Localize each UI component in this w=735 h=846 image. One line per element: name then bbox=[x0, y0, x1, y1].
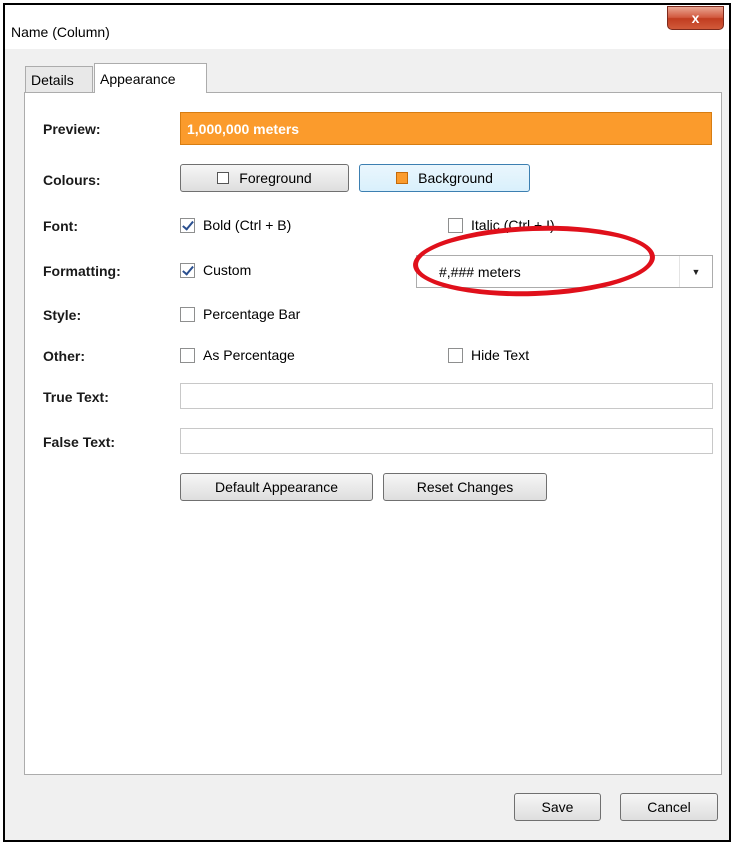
hide-text-label: Hide Text bbox=[471, 347, 530, 363]
reset-changes-label: Reset Changes bbox=[416, 479, 514, 495]
format-value: #,### meters bbox=[439, 264, 521, 280]
title-bar: Name (Column) x bbox=[5, 5, 729, 49]
checkbox-unchecked-icon bbox=[448, 347, 463, 363]
false-text-input[interactable] bbox=[180, 428, 713, 454]
tab-appearance[interactable]: Appearance bbox=[94, 63, 207, 93]
close-button[interactable]: x bbox=[667, 6, 724, 30]
cancel-button-label: Cancel bbox=[647, 799, 691, 815]
default-appearance-label: Default Appearance bbox=[215, 479, 338, 495]
checkbox-checked-icon bbox=[180, 262, 195, 278]
format-combobox[interactable]: #,### meters ▼ bbox=[416, 255, 713, 288]
percentage-bar-label: Percentage Bar bbox=[203, 306, 301, 322]
percentage-bar-checkbox[interactable]: Percentage Bar bbox=[180, 306, 300, 322]
window-title: Name (Column) bbox=[11, 24, 110, 40]
font-label: Font: bbox=[43, 218, 78, 234]
foreground-swatch-icon bbox=[217, 172, 230, 184]
background-swatch-icon bbox=[396, 172, 409, 184]
true-text-input[interactable] bbox=[180, 383, 713, 409]
background-button-label: Background bbox=[418, 170, 493, 186]
save-button-label: Save bbox=[541, 799, 574, 815]
default-appearance-button[interactable]: Default Appearance bbox=[180, 473, 373, 501]
false-text-label: False Text: bbox=[43, 434, 116, 450]
checkbox-unchecked-icon bbox=[448, 217, 463, 233]
appearance-panel: Preview: 1,000,000 meters Colours: Foreg… bbox=[24, 92, 722, 775]
colours-label: Colours: bbox=[43, 172, 101, 188]
other-label: Other: bbox=[43, 348, 85, 364]
checkbox-unchecked-icon bbox=[180, 347, 195, 363]
preview-swatch: 1,000,000 meters bbox=[180, 112, 712, 145]
background-button[interactable]: Background bbox=[359, 164, 530, 192]
foreground-button-label: Foreground bbox=[239, 170, 312, 186]
preview-label: Preview: bbox=[43, 121, 101, 137]
custom-checkbox[interactable]: Custom bbox=[180, 262, 251, 278]
checkbox-checked-icon bbox=[180, 217, 195, 233]
italic-checkbox[interactable]: Italic (Ctrl + I) bbox=[448, 217, 555, 233]
as-percentage-checkbox[interactable]: As Percentage bbox=[180, 347, 295, 363]
save-button[interactable]: Save bbox=[514, 793, 601, 821]
style-label: Style: bbox=[43, 307, 82, 323]
bold-checkbox[interactable]: Bold (Ctrl + B) bbox=[180, 217, 291, 233]
close-icon: x bbox=[691, 10, 700, 26]
dialog-window: Name (Column) x Details Appearance Previ… bbox=[3, 3, 731, 842]
true-text-label: True Text: bbox=[43, 389, 109, 405]
formatting-label: Formatting: bbox=[43, 263, 121, 279]
foreground-button[interactable]: Foreground bbox=[180, 164, 349, 192]
custom-checkbox-label: Custom bbox=[203, 262, 252, 278]
bold-checkbox-label: Bold (Ctrl + B) bbox=[203, 217, 292, 233]
cancel-button[interactable]: Cancel bbox=[620, 793, 718, 821]
hide-text-checkbox[interactable]: Hide Text bbox=[448, 347, 529, 363]
as-percentage-label: As Percentage bbox=[203, 347, 295, 363]
reset-changes-button[interactable]: Reset Changes bbox=[383, 473, 547, 501]
dropdown-arrow-icon[interactable]: ▼ bbox=[679, 256, 712, 287]
checkbox-unchecked-icon bbox=[180, 306, 195, 322]
italic-checkbox-label: Italic (Ctrl + I) bbox=[471, 217, 555, 233]
tab-details[interactable]: Details bbox=[25, 66, 93, 92]
